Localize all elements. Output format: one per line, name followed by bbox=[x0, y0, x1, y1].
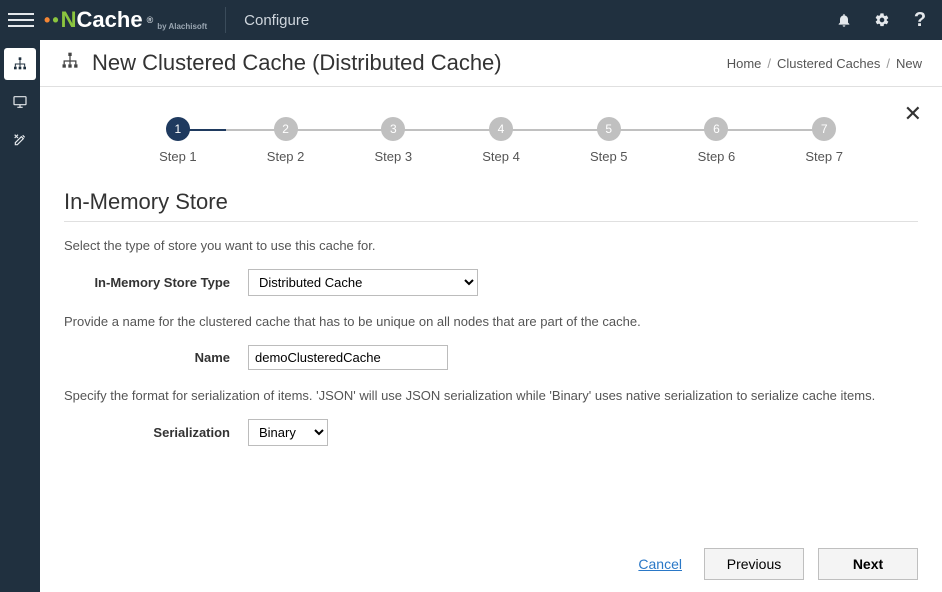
wizard-panel: ✕ 1 Step 1 2 Step 2 3 Step 3 4 Step 4 bbox=[40, 87, 942, 544]
store-type-hint: Select the type of store you want to use… bbox=[64, 238, 918, 253]
cluster-icon bbox=[60, 51, 80, 76]
wizard-step-label: Step 3 bbox=[375, 149, 413, 164]
wizard-step-label: Step 1 bbox=[159, 149, 197, 164]
store-type-row: In-Memory Store Type Distributed Cache bbox=[64, 269, 918, 296]
serialization-row: Serialization Binary bbox=[64, 419, 918, 446]
serialization-hint: Specify the format for serialization of … bbox=[64, 388, 918, 403]
store-type-label: In-Memory Store Type bbox=[64, 275, 234, 290]
notifications-icon[interactable] bbox=[830, 6, 858, 34]
wizard-steps: 1 Step 1 2 Step 2 3 Step 3 4 Step 4 5 bbox=[124, 117, 878, 164]
sidebar-item-clustered-caches[interactable] bbox=[4, 48, 36, 80]
topbar: •• NCache ® by Alachisoft Configure ? bbox=[0, 0, 942, 40]
serialization-label: Serialization bbox=[64, 425, 234, 440]
brand-text: Cache bbox=[77, 7, 143, 33]
sidebar-item-tools[interactable] bbox=[4, 124, 36, 156]
wizard-step-5[interactable]: 5 Step 5 bbox=[555, 117, 663, 164]
app-section-title: Configure bbox=[244, 12, 309, 29]
wizard-step-2[interactable]: 2 Step 2 bbox=[232, 117, 340, 164]
cache-name-input[interactable] bbox=[248, 345, 448, 370]
wizard-step-label: Step 4 bbox=[482, 149, 520, 164]
wizard-step-label: Step 5 bbox=[590, 149, 628, 164]
name-hint: Provide a name for the clustered cache t… bbox=[64, 314, 918, 329]
store-type-select[interactable]: Distributed Cache bbox=[248, 269, 478, 296]
page-title: New Clustered Cache (Distributed Cache) bbox=[92, 50, 502, 76]
wizard-step-label: Step 7 bbox=[805, 149, 843, 164]
wizard-step-label: Step 2 bbox=[267, 149, 305, 164]
help-icon[interactable]: ? bbox=[906, 6, 934, 34]
name-label: Name bbox=[64, 350, 234, 365]
breadcrumb-home[interactable]: Home bbox=[727, 56, 762, 71]
breadcrumb: Home / Clustered Caches / New bbox=[727, 56, 922, 71]
serialization-select[interactable]: Binary bbox=[248, 419, 328, 446]
sidebar-item-local-caches[interactable] bbox=[4, 86, 36, 118]
wizard-step-3[interactable]: 3 Step 3 bbox=[339, 117, 447, 164]
wizard-footer: Cancel Previous Next bbox=[40, 548, 942, 580]
menu-toggle-icon[interactable] bbox=[8, 7, 34, 33]
wizard-step-4[interactable]: 4 Step 4 bbox=[447, 117, 555, 164]
wizard-step-1[interactable]: 1 Step 1 bbox=[124, 117, 232, 164]
next-button[interactable]: Next bbox=[818, 548, 918, 580]
tools-icon bbox=[12, 132, 28, 148]
monitor-icon bbox=[12, 94, 28, 110]
name-row: Name bbox=[64, 345, 918, 370]
wizard-step-6[interactable]: 6 Step 6 bbox=[663, 117, 771, 164]
settings-gear-icon[interactable] bbox=[868, 6, 896, 34]
close-icon[interactable]: ✕ bbox=[904, 101, 922, 127]
page-header: New Clustered Cache (Distributed Cache) … bbox=[40, 40, 942, 87]
brand-subtext: by Alachisoft bbox=[157, 22, 207, 31]
section-title: In-Memory Store bbox=[64, 189, 918, 222]
cancel-link[interactable]: Cancel bbox=[638, 556, 682, 572]
cluster-icon bbox=[12, 56, 28, 72]
brand-logo: •• NCache ® by Alachisoft bbox=[44, 7, 207, 33]
wizard-step-label: Step 6 bbox=[698, 149, 736, 164]
main-content: New Clustered Cache (Distributed Cache) … bbox=[40, 40, 942, 592]
wizard-step-7[interactable]: 7 Step 7 bbox=[770, 117, 878, 164]
breadcrumb-current: New bbox=[896, 56, 922, 71]
sidebar bbox=[0, 40, 40, 592]
breadcrumb-clustered-caches[interactable]: Clustered Caches bbox=[777, 56, 880, 71]
previous-button[interactable]: Previous bbox=[704, 548, 804, 580]
